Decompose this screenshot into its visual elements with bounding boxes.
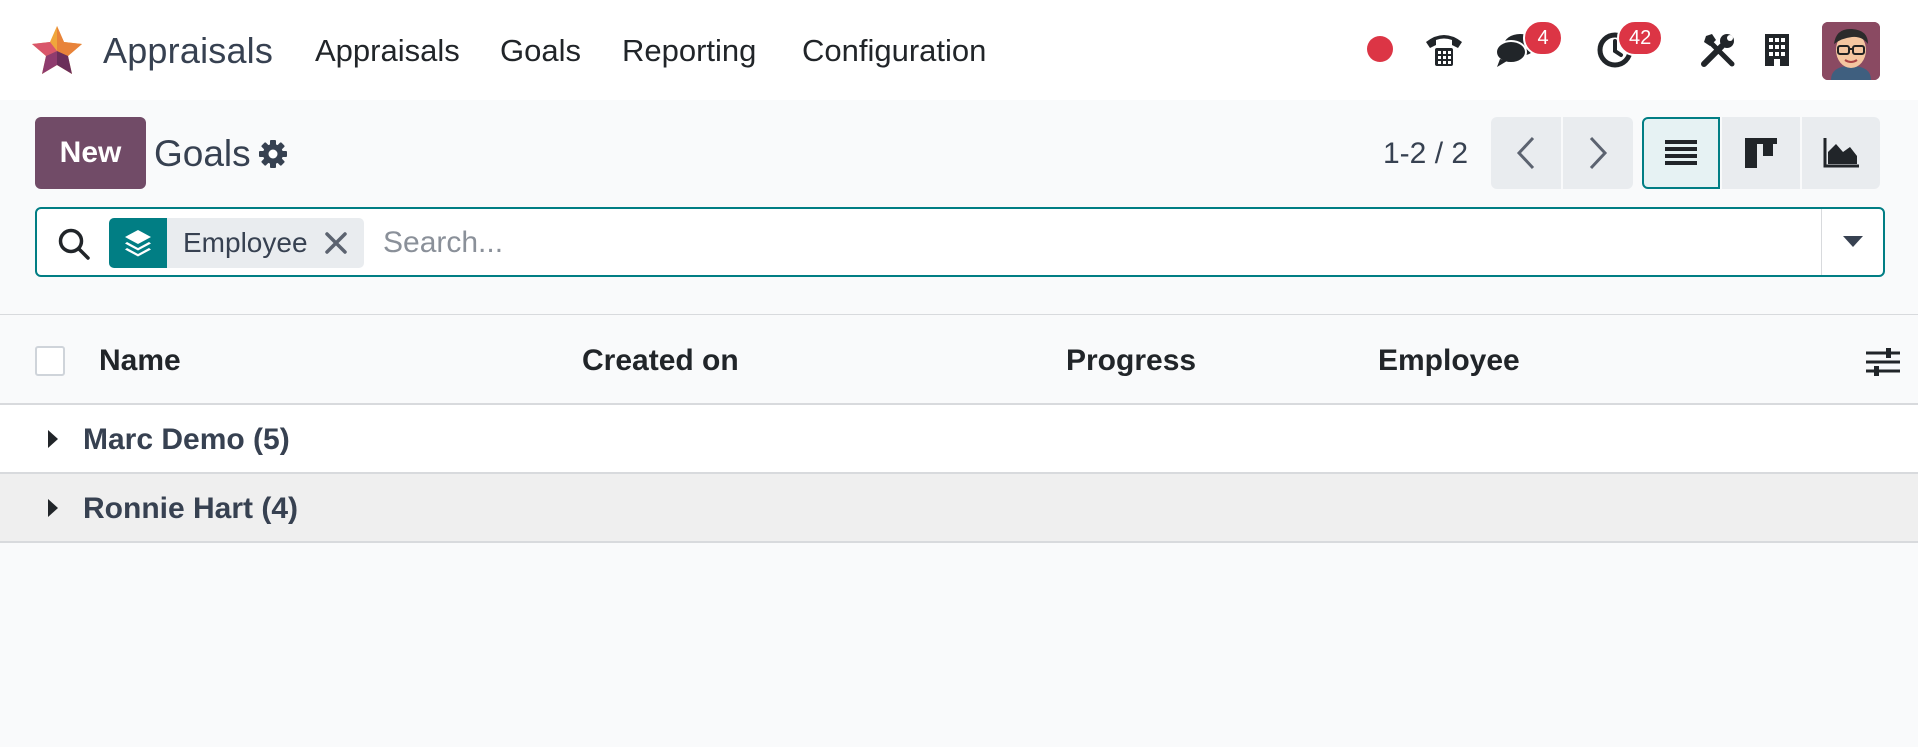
list-view-button[interactable]	[1642, 117, 1720, 189]
building-icon[interactable]	[1762, 32, 1792, 68]
optional-columns-icon[interactable]	[1866, 345, 1900, 379]
user-avatar[interactable]	[1822, 22, 1880, 80]
menu-appraisals[interactable]: Appraisals	[315, 33, 460, 69]
facet-remove-button[interactable]	[308, 218, 364, 268]
column-header-created-on[interactable]: Created on	[582, 344, 739, 378]
caret-right-icon	[48, 430, 58, 448]
activities-badge: 42	[1617, 20, 1664, 56]
menu-goals[interactable]: Goals	[500, 33, 581, 69]
search-bar: Employee	[35, 207, 1885, 277]
groupby-facet: Employee	[109, 218, 364, 268]
search-options-toggle[interactable]	[1821, 209, 1883, 275]
group-row[interactable]: Marc Demo (5)	[0, 405, 1918, 474]
goals-list: Name Created on Progress Employee Marc D…	[0, 314, 1918, 543]
caret-down-icon	[1842, 236, 1863, 247]
phone-icon[interactable]	[1423, 30, 1465, 68]
column-header-name[interactable]: Name	[99, 344, 181, 378]
gear-icon[interactable]	[258, 139, 288, 169]
kanban-view-button[interactable]	[1722, 117, 1800, 189]
page-title: Goals	[154, 133, 251, 174]
pager-previous-button[interactable]	[1491, 117, 1561, 189]
pager-next-button[interactable]	[1563, 117, 1633, 189]
status-dot-icon[interactable]	[1366, 35, 1394, 63]
search-icon[interactable]	[57, 227, 91, 261]
new-button[interactable]: New	[35, 117, 146, 189]
pager-value[interactable]: 1-2 / 2	[1383, 137, 1468, 171]
list-header: Name Created on Progress Employee	[0, 315, 1918, 405]
caret-right-icon	[48, 499, 58, 517]
menu-configuration[interactable]: Configuration	[802, 33, 986, 69]
select-all-checkbox[interactable]	[35, 346, 65, 376]
chevron-left-icon	[1516, 136, 1535, 170]
top-navbar: Appraisals Appraisals Goals Reporting Co…	[0, 0, 1918, 100]
chevron-right-icon	[1589, 136, 1608, 170]
search-input[interactable]	[383, 219, 1513, 267]
column-header-employee[interactable]: Employee	[1378, 344, 1520, 378]
group-row[interactable]: Ronnie Hart (4)	[0, 474, 1918, 543]
avatar-face-icon	[1822, 22, 1880, 80]
column-header-progress[interactable]: Progress	[1066, 344, 1196, 378]
group-label: Marc Demo (5)	[83, 423, 290, 456]
close-icon	[324, 232, 347, 254]
tools-icon[interactable]	[1700, 32, 1736, 68]
kanban-view-icon	[1745, 138, 1777, 168]
graph-view-button[interactable]	[1802, 117, 1880, 189]
group-label: Ronnie Hart (4)	[83, 492, 299, 525]
app-logo-icon[interactable]	[30, 24, 84, 78]
list-view-icon	[1665, 140, 1697, 165]
messages-badge: 4	[1523, 20, 1563, 56]
area-chart-icon	[1823, 138, 1859, 168]
app-name[interactable]: Appraisals	[103, 30, 273, 72]
facet-label: Employee	[183, 227, 308, 258]
menu-reporting[interactable]: Reporting	[622, 33, 756, 69]
layers-icon	[109, 218, 167, 268]
